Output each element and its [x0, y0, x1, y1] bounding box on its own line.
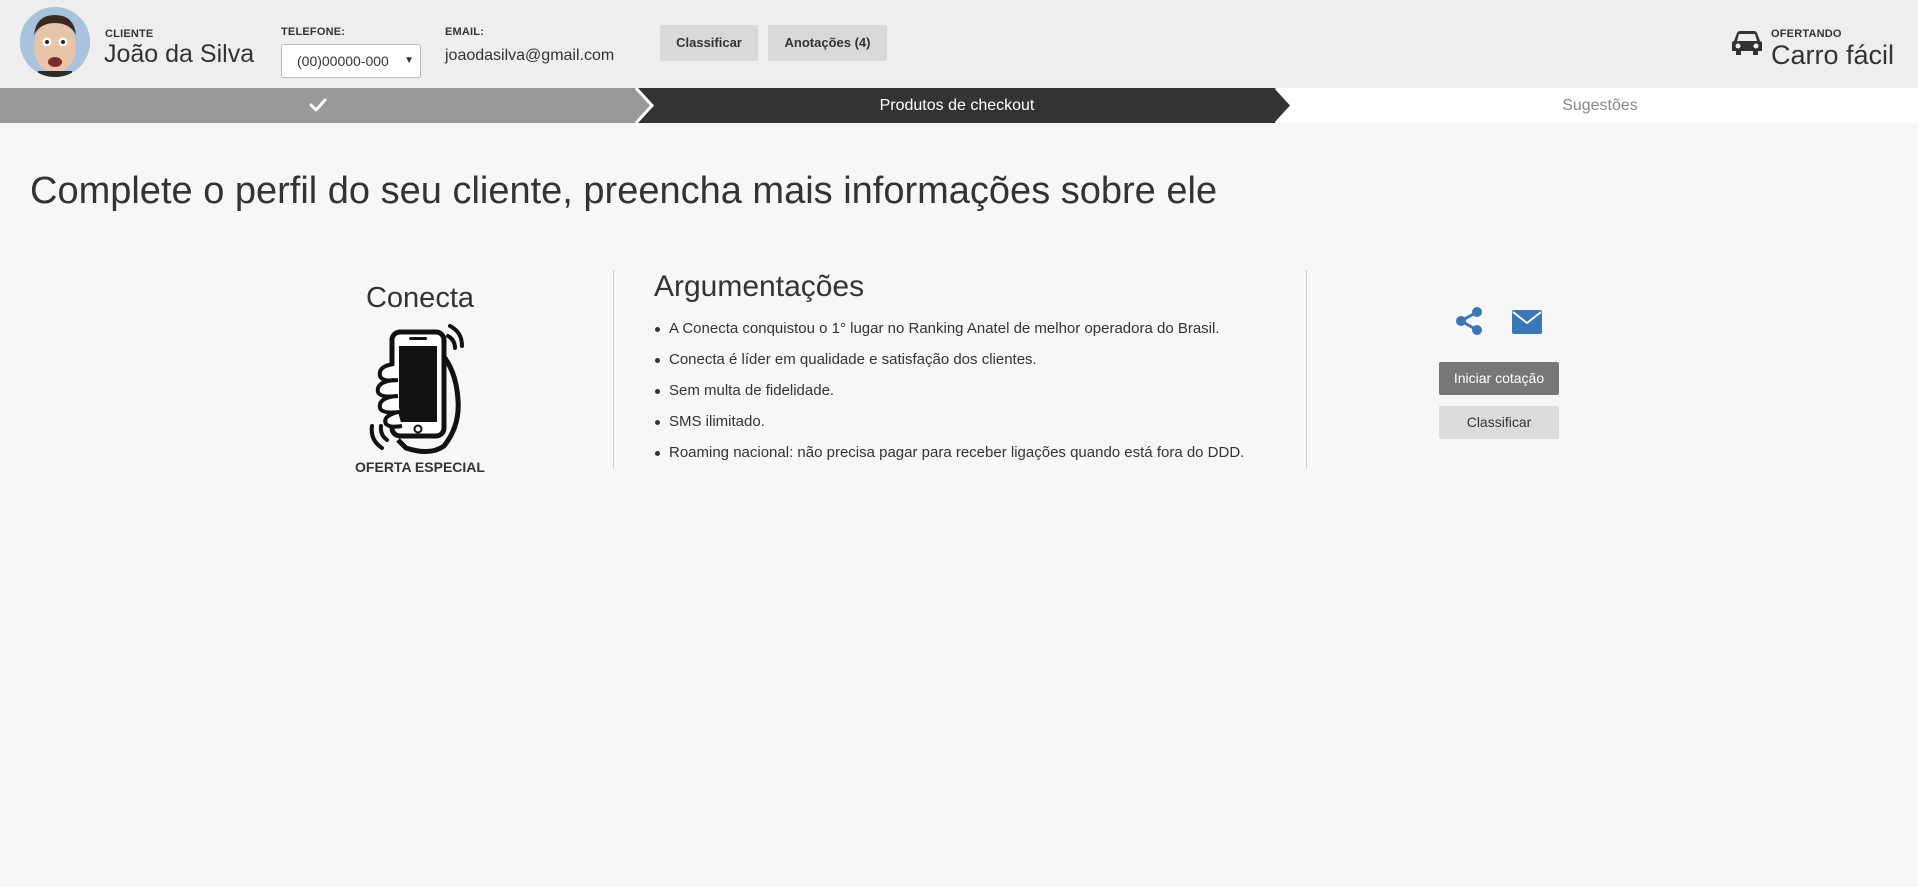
chevron-down-icon: ▼ — [404, 55, 414, 66]
product-name: Conecta — [365, 282, 474, 314]
email-label: EMAIL: — [445, 26, 485, 38]
divider-right — [1306, 270, 1307, 469]
classify-button[interactable]: Classificar — [1439, 406, 1559, 439]
offer-value: Carro fácil — [1771, 40, 1895, 70]
offer-label: OFERTANDO — [1771, 28, 1842, 40]
car-icon — [1732, 31, 1762, 55]
special-offer-tag: OFERTA ESPECIAL — [355, 459, 485, 475]
argument-item: SMS ilimitado. — [654, 413, 1244, 444]
notes-button[interactable]: Anotações (4) — [768, 25, 887, 61]
page-title: Complete o perfil do seu cliente, preenc… — [30, 170, 1218, 212]
argument-item: A Conecta conquistou o 1° lugar no Ranki… — [654, 320, 1244, 351]
progress-stepper: Produtos de checkout Sugestões — [0, 88, 1918, 123]
envelope-icon[interactable] — [1512, 310, 1542, 334]
top-header: CLIENTE João da Silva TELEFONE: (00)0000… — [0, 0, 1918, 88]
phone-label: TELEFONE: — [281, 26, 346, 38]
divider-left — [613, 270, 614, 469]
client-name: João da Silva — [104, 40, 255, 68]
phone-in-hand-icon — [369, 324, 464, 454]
email-value: joaodasilva@gmail.com — [445, 47, 615, 64]
arguments-title: Argumentações — [654, 270, 865, 303]
argument-item: Sem multa de fidelidade. — [654, 382, 1244, 413]
phone-select[interactable]: (00)00000-000 ▼ — [281, 44, 421, 78]
step-checkout-label[interactable]: Produtos de checkout — [652, 88, 1262, 123]
phone-select-value: (00)00000-000 — [297, 53, 389, 69]
step-completed-shape — [0, 88, 652, 123]
client-avatar — [20, 7, 90, 77]
start-quote-button[interactable]: Iniciar cotação — [1439, 362, 1559, 395]
client-label: CLIENTE — [105, 28, 154, 40]
share-icon[interactable] — [1455, 306, 1483, 336]
argument-item: Conecta é líder em qualidade e satisfaçã… — [654, 351, 1244, 382]
argument-item: Roaming nacional: não precisa pagar para… — [654, 444, 1244, 475]
step-suggestions-label[interactable]: Sugestões — [1292, 88, 1908, 123]
header-classify-button[interactable]: Classificar — [660, 25, 758, 61]
arguments-list: A Conecta conquistou o 1° lugar no Ranki… — [654, 320, 1244, 475]
